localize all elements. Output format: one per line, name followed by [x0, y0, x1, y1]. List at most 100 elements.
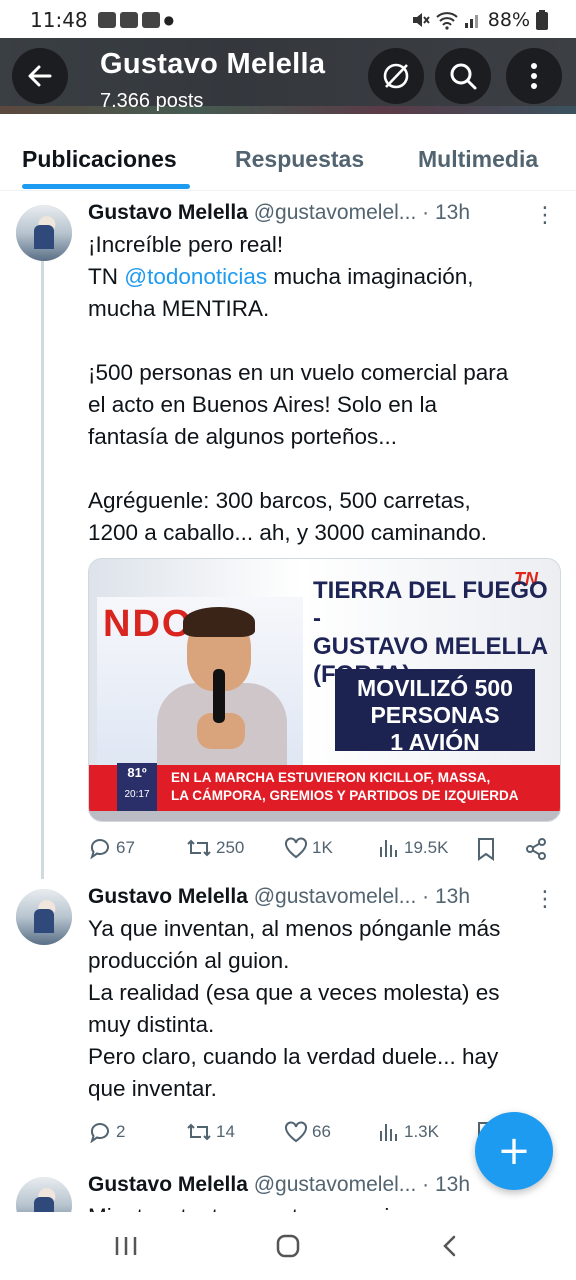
status-right: 88% — [410, 9, 548, 31]
tweet-line: Mientras tanto, nosotros seguimos — [88, 1201, 558, 1212]
tweet-header: Gustavo Melella @gustavomelel... · 13h — [88, 1173, 470, 1197]
tweet-line: 1200 a caballo... ah, y 3000 caminando. — [88, 520, 488, 545]
views-button[interactable]: 19.5K — [378, 837, 448, 859]
author-name[interactable]: Gustavo Melella — [88, 201, 248, 224]
tweet-line: ¡Increíble pero real! — [88, 232, 284, 257]
profile-header: Gustavo Melella 7.366 posts — [0, 38, 576, 114]
repost-icon — [187, 1123, 211, 1141]
repost-count: 14 — [216, 1122, 235, 1141]
tweet-header: Gustavo Melella @gustavomelel... · 13h — [88, 885, 470, 909]
share-button[interactable] — [524, 837, 548, 861]
media-highlight-box: MOVILIZÓ 500 PERSONAS 1 AVIÓN — [335, 669, 535, 755]
more-notifications-icon: ● — [163, 13, 175, 27]
reply-button[interactable]: 2 — [88, 1121, 125, 1143]
tweet-line: muy distinta. — [88, 1012, 215, 1037]
wifi-icon — [436, 12, 458, 30]
more-vertical-icon — [531, 63, 537, 89]
tweet-line: La realidad (esa que a veces molesta) es — [88, 980, 500, 1005]
like-button[interactable]: 1K — [284, 837, 333, 859]
compose-post-button[interactable]: + — [475, 1112, 553, 1190]
reply-icon — [90, 1123, 109, 1143]
banner-stripe — [0, 106, 576, 114]
plus-icon: + — [497, 1128, 531, 1174]
active-tab-indicator — [22, 184, 190, 189]
tweet-time: · 13h — [422, 201, 471, 224]
recent-apps-icon — [115, 1237, 137, 1255]
avatar[interactable] — [16, 205, 72, 261]
share-icon — [526, 838, 546, 860]
ticker-logo: 81º 20:17 — [117, 763, 157, 811]
profile-name-title: Gustavo Melella — [100, 48, 326, 80]
avatar[interactable] — [16, 1177, 72, 1212]
grok-button[interactable] — [368, 48, 424, 104]
recent-apps-button[interactable] — [106, 1230, 146, 1262]
tweet-line: el acto en Buenos Aires! Solo en la — [88, 392, 437, 417]
mute-icon — [412, 13, 430, 27]
tweet-line: ¡500 personas en un vuelo comercial para — [88, 360, 509, 385]
avatar[interactable] — [16, 889, 72, 945]
views-count: 1.3K — [404, 1122, 439, 1141]
back-button[interactable] — [12, 48, 68, 104]
author-name[interactable]: Gustavo Melella — [88, 885, 248, 908]
tweet-line: TN @todonoticias mucha imaginación, — [88, 264, 474, 289]
youtube-notification-icon-2 — [141, 12, 160, 28]
timeline: Gustavo Melella @gustavomelel... · 13h ⋮… — [0, 191, 576, 1212]
reply-count: 67 — [116, 838, 135, 857]
reply-icon — [90, 839, 109, 859]
repost-count: 250 — [216, 838, 245, 857]
profile-tabs: Publicaciones Respuestas Multimedia — [0, 114, 576, 191]
reply-button[interactable]: 67 — [88, 837, 135, 859]
back-nav-button[interactable] — [430, 1230, 470, 1262]
search-button[interactable] — [435, 48, 491, 104]
more-options-button[interactable] — [506, 48, 562, 104]
tab-publicaciones[interactable]: Publicaciones — [22, 146, 177, 173]
views-icon — [380, 1124, 397, 1141]
tweet-line: Pero claro, cuando la verdad duele... ha… — [88, 1044, 499, 1069]
author-name[interactable]: Gustavo Melella — [88, 1173, 248, 1196]
notification-icons: ● — [97, 12, 175, 28]
tweet-time: · 13h — [422, 1173, 471, 1196]
author-handle[interactable]: @gustavomelel... — [254, 1173, 417, 1196]
tweet-line: producción al guion. — [88, 948, 290, 973]
system-navigation-bar — [0, 1212, 576, 1280]
author-handle[interactable]: @gustavomelel... — [254, 885, 417, 908]
back-chevron-icon — [443, 1235, 456, 1257]
battery-icon — [536, 10, 548, 30]
thread-connector — [41, 261, 44, 879]
tweet-line: mucha MENTIRA. — [88, 296, 270, 321]
tweet-header: Gustavo Melella @gustavomelel... · 13h — [88, 201, 470, 225]
tweet-text: ¡Increíble pero real! TN @todonoticias m… — [88, 229, 558, 549]
repost-button[interactable]: 250 — [186, 837, 244, 859]
mention-link[interactable]: @todonoticias — [124, 264, 267, 289]
tab-respuestas[interactable]: Respuestas — [235, 146, 364, 173]
heart-icon — [285, 1121, 307, 1143]
tweet-line: Ya que inventan, al menos pónganle más — [88, 916, 501, 941]
gallery-notification-icon — [97, 12, 116, 28]
tweet-line: que inventar. — [88, 1076, 217, 1101]
search-icon — [450, 63, 477, 90]
like-count: 1K — [312, 838, 333, 857]
tweet-text: Ya que inventan, al menos pónganle más p… — [88, 913, 558, 1105]
home-button[interactable] — [268, 1230, 308, 1262]
tab-multimedia[interactable]: Multimedia — [418, 146, 538, 173]
tweet-text: Mientras tanto, nosotros seguimos — [88, 1201, 558, 1212]
bookmark-button[interactable] — [476, 837, 496, 861]
media-speaker-photo — [157, 607, 287, 793]
views-button[interactable]: 1.3K — [378, 1121, 439, 1143]
grok-icon — [383, 63, 409, 89]
signal-icon — [464, 15, 478, 28]
tweet-more-icon[interactable]: ⋮ — [534, 203, 556, 228]
tweet-more-icon[interactable]: ⋮ — [534, 887, 556, 912]
like-button[interactable]: 66 — [284, 1121, 331, 1143]
tweet-time: · 13h — [422, 885, 471, 908]
status-time: 11:48 — [30, 8, 88, 32]
views-icon — [380, 840, 397, 857]
tweet-line: fantasía de algunos porteños... — [88, 424, 397, 449]
tweet-line: Agréguenle: 300 barcos, 500 carretas, — [88, 488, 471, 513]
author-handle[interactable]: @gustavomelel... — [254, 201, 417, 224]
post-count: 7.366 posts — [100, 90, 204, 112]
home-icon — [276, 1234, 300, 1258]
repost-button[interactable]: 14 — [186, 1121, 235, 1143]
tweet-media-image[interactable]: NDO TN TIERRA DEL FUEGO - GUSTAVO MELELL… — [88, 558, 561, 822]
youtube-notification-icon — [119, 12, 138, 28]
